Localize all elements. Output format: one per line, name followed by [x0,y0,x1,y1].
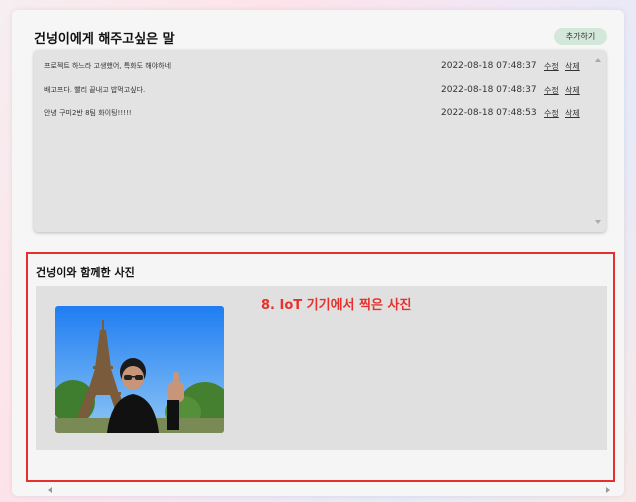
message-text: 프로젝트 하느라 고생했어, 특화도 해야하네 [44,62,172,70]
message-text: 배고프다. 빨리 끝내고 밥먹고싶다. [44,86,146,94]
message-row: 배고프다. 빨리 끝내고 밥먹고싶다. 2022-08-18 07:48:37 … [34,82,606,98]
message-date: 2022-08-18 07:48:53 [441,108,537,118]
edit-link[interactable]: 수정 [544,108,559,119]
scroll-left-arrow-icon[interactable] [48,487,52,493]
photo-section: 건넝이와 함께한 사진 8. IoT 기기에서 찍은 사진 [26,252,615,493]
message-row: 프로젝트 하느라 고생했어, 특화도 해야하네 2022-08-18 07:48… [34,58,606,74]
delete-link[interactable]: 삭제 [565,61,580,72]
photo-gallery[interactable]: 8. IoT 기기에서 찍은 사진 [36,286,610,493]
photo-section-title: 건넝이와 함께한 사진 [36,266,135,279]
scroll-right-arrow-icon[interactable] [606,487,610,493]
message-text: 안녕 구미2반 8팀 화이팅!!!!! [44,109,132,117]
message-date: 2022-08-18 07:48:37 [441,85,537,95]
edit-link[interactable]: 수정 [544,85,559,96]
message-date: 2022-08-18 07:48:37 [441,61,537,71]
annotation-label: 8. IoT 기기에서 찍은 사진 [261,298,412,313]
messages-section-title: 건넝이에게 해주고싶은 말 [34,32,175,47]
edit-link[interactable]: 수정 [544,61,559,72]
delete-link[interactable]: 삭제 [565,108,580,119]
eiffel-tower-selfie-photo[interactable] [55,306,224,433]
scroll-down-arrow-icon[interactable] [595,220,601,224]
messages-list[interactable]: 프로젝트 하느라 고생했어, 특화도 해야하네 2022-08-18 07:48… [34,50,606,232]
message-row: 안녕 구미2반 8팀 화이팅!!!!! 2022-08-18 07:48:53 … [34,105,606,121]
scroll-up-arrow-icon[interactable] [595,58,601,62]
add-message-button[interactable]: 추가하기 [554,28,607,45]
delete-link[interactable]: 삭제 [565,85,580,96]
